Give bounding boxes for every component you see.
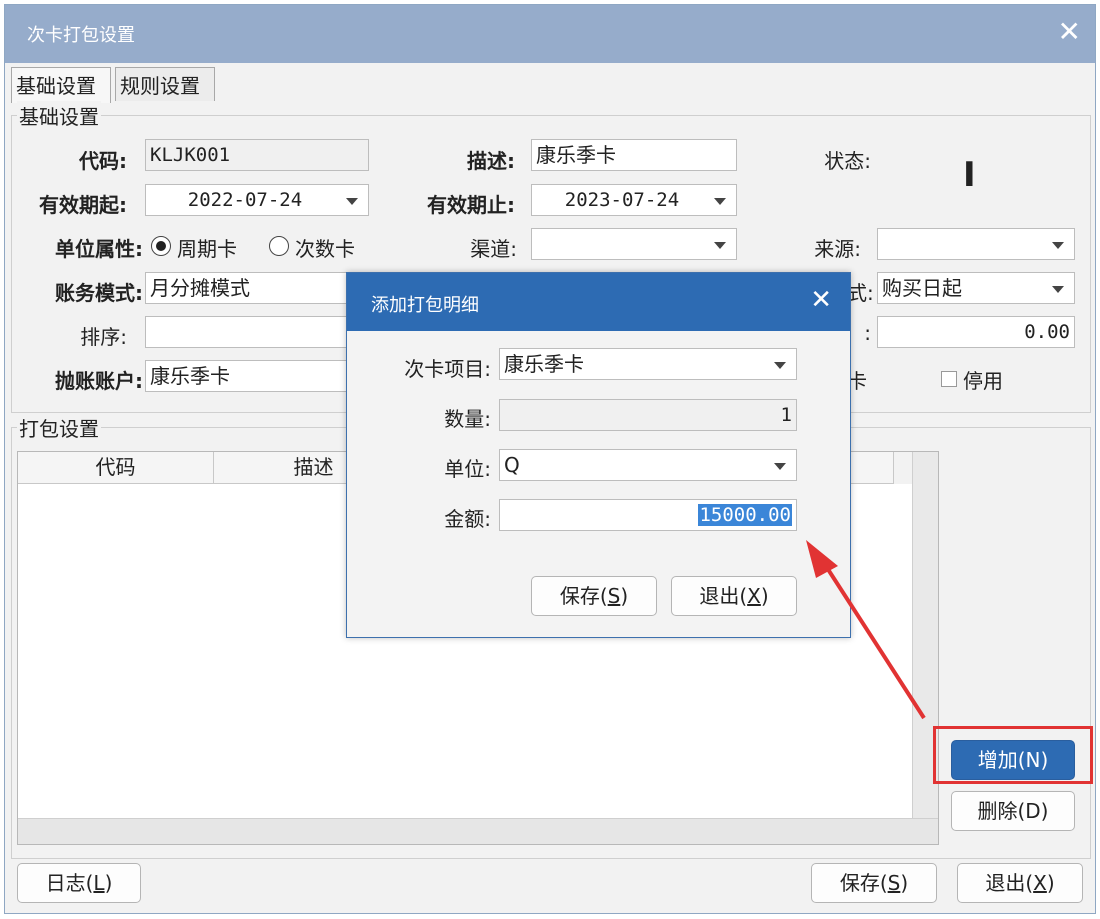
amount-right-label: : (864, 321, 871, 345)
disabled-checkbox[interactable] (941, 371, 957, 387)
amount-value-selected: 15000.00 (698, 504, 792, 526)
source-label: 来源: (814, 237, 861, 261)
sort-label: 排序: (80, 325, 127, 349)
account-mode-label: 账务模式: (55, 281, 143, 305)
radio-period-card-label: 周期卡 (177, 237, 237, 261)
basic-settings-group-label: 基础设置 (17, 101, 101, 130)
exit-button-key: X (1033, 871, 1047, 895)
account-mode-select[interactable]: 月分摊模式 (145, 272, 369, 304)
sort-field[interactable] (145, 316, 369, 348)
source-select[interactable] (877, 228, 1075, 260)
end-date-picker[interactable]: 2023-07-24 (531, 184, 737, 216)
window-title: 次卡打包设置 (27, 25, 135, 46)
save-button[interactable]: 保存(S) (811, 863, 937, 903)
add-button-highlight-box (933, 726, 1093, 784)
log-button-label: 日志 (45, 871, 86, 895)
code-field[interactable]: KLJK001 (145, 139, 369, 171)
status-label: 状态: (824, 149, 871, 173)
save-button-label: 保存 (839, 871, 880, 895)
radio-period-card[interactable] (151, 236, 171, 256)
dialog-exit-label: 退出 (699, 584, 740, 608)
save-button-key: S (887, 871, 901, 895)
tab-basic-settings[interactable]: 基础设置 (11, 67, 111, 103)
unit-select[interactable]: Q (499, 449, 797, 481)
post-account-label: 抛账账户: (55, 369, 143, 393)
package-settings-group-label: 打包设置 (17, 413, 101, 442)
amount-field[interactable]: 15000.00 (499, 499, 797, 531)
amount-label: 金额: (444, 507, 491, 531)
radio-count-card-label: 次数卡 (295, 237, 355, 261)
quantity-field[interactable]: 1 (499, 399, 797, 431)
dialog-close-icon[interactable]: ✕ (810, 285, 832, 315)
start-date-picker[interactable]: 2022-07-24 (145, 184, 369, 216)
amount-right-field[interactable]: 0.00 (877, 316, 1075, 348)
quantity-label: 数量: (444, 407, 491, 431)
log-button-key: L (93, 871, 105, 895)
channel-select[interactable] (531, 228, 737, 260)
tab-rule-settings[interactable]: 规则设置 (115, 67, 215, 101)
close-icon[interactable]: ✕ (1058, 15, 1081, 48)
disabled-label: 停用 (963, 369, 1003, 393)
unit-attribute-label: 单位属性: (55, 237, 143, 261)
card-item-label: 次卡项目: (404, 357, 491, 381)
add-package-detail-dialog: 添加打包明细 ✕ 次卡项目: 康乐季卡 数量: 1 单位: Q 金额: 1500… (346, 272, 851, 638)
channel-label: 渠道: (470, 237, 517, 261)
status-value: I (963, 155, 976, 195)
log-button[interactable]: 日志(L) (17, 863, 141, 903)
start-date-label: 有效期起: (39, 193, 127, 217)
exit-button-label: 退出 (985, 871, 1026, 895)
description-label: 描述: (467, 149, 515, 173)
dialog-exit-button[interactable]: 退出(X) (671, 576, 797, 616)
dialog-title: 添加打包明细 (371, 295, 479, 316)
unit-label: 单位: (444, 457, 491, 481)
window-titlebar: 次卡打包设置 ✕ (5, 5, 1095, 63)
card-item-select[interactable]: 康乐季卡 (499, 348, 797, 380)
horizontal-scrollbar[interactable] (18, 818, 938, 844)
delete-button[interactable]: 删除(D) (951, 791, 1075, 831)
dialog-save-button[interactable]: 保存(S) (531, 576, 657, 616)
dialog-save-key: S (607, 584, 621, 608)
dialog-exit-key: X (747, 584, 761, 608)
exit-button[interactable]: 退出(X) (957, 863, 1083, 903)
post-account-select[interactable]: 康乐季卡 (145, 360, 369, 392)
code-label: 代码: (79, 149, 127, 173)
end-date-label: 有效期止: (427, 193, 515, 217)
column-header-code[interactable]: 代码 (18, 452, 214, 484)
dialog-save-label: 保存 (559, 584, 600, 608)
effective-mode-select[interactable]: 购买日起 (877, 272, 1075, 304)
dialog-titlebar: 添加打包明细 ✕ (347, 273, 850, 331)
radio-count-card[interactable] (269, 236, 289, 256)
description-field[interactable]: 康乐季卡 (531, 139, 737, 171)
